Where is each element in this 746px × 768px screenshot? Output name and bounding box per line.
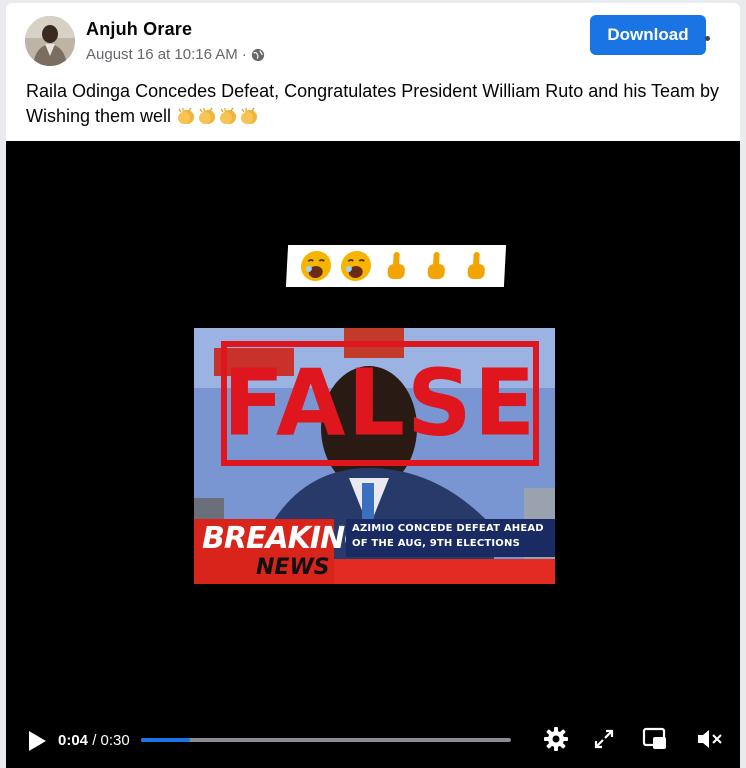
pointing-up-emoji	[427, 252, 445, 279]
progress-bar[interactable]	[141, 738, 511, 742]
current-time: 0:04	[58, 732, 89, 749]
post-timestamp[interactable]: August 16 at 10:16 AM	[86, 46, 238, 63]
video-player[interactable]: FALSE BREAKING NEWS AZIMIO CONCEDE DEFEA…	[6, 141, 740, 768]
globe-icon	[251, 48, 264, 61]
post-meta: August 16 at 10:16 AM ·	[86, 46, 265, 63]
more-options-dot[interactable]	[705, 36, 710, 41]
progress-fill	[141, 738, 191, 742]
false-stamp-text: FALSE	[222, 349, 538, 458]
yawning-face-emoji	[340, 251, 372, 281]
play-icon[interactable]	[26, 729, 48, 753]
false-stamp: FALSE	[221, 341, 539, 466]
banner-red-strip	[334, 559, 555, 584]
clapping-hands-emoji	[241, 107, 258, 124]
download-button[interactable]: Download	[590, 15, 706, 55]
clapping-hands-emoji	[199, 107, 216, 124]
caption-emojis	[176, 106, 260, 126]
overlay-headline: AZIMIO CONCEDE DEFEAT AHEAD OF THE AUG, …	[352, 523, 544, 549]
picture-in-picture-icon[interactable]	[642, 727, 668, 751]
breaking-news-banner: BREAKING NEWS AZIMIO CONCEDE DEFEAT AHEA…	[194, 519, 555, 584]
volume-muted-icon[interactable]	[696, 727, 724, 751]
avatar-image	[25, 16, 75, 66]
meta-separator: ·	[241, 46, 247, 63]
author-name[interactable]: Anjuh Orare	[86, 19, 192, 40]
fullscreen-icon[interactable]	[594, 729, 614, 749]
post-card: Anjuh Orare August 16 at 10:16 AM · Down…	[6, 3, 740, 768]
emoji-strip	[285, 245, 507, 287]
settings-icon[interactable]	[543, 726, 569, 752]
pointing-up-emoji	[467, 252, 485, 279]
pointing-up-emoji	[387, 252, 405, 279]
clapping-hands-emoji	[220, 107, 237, 124]
breaking-label: BREAKING	[202, 521, 369, 556]
time-separator: /	[92, 732, 97, 749]
time-display: 0:04 / 0:30	[58, 732, 130, 749]
overlay-headline-box: AZIMIO CONCEDE DEFEAT AHEAD OF THE AUG, …	[346, 519, 555, 557]
news-label: NEWS	[256, 555, 330, 580]
caption-text: Raila Odinga Concedes Defeat, Congratula…	[26, 81, 720, 126]
yawning-face-emoji	[300, 251, 332, 281]
post-caption: Raila Odinga Concedes Defeat, Congratula…	[26, 79, 726, 129]
avatar[interactable]	[25, 16, 75, 66]
duration: 0:30	[100, 732, 130, 749]
clapping-hands-emoji	[178, 107, 195, 124]
